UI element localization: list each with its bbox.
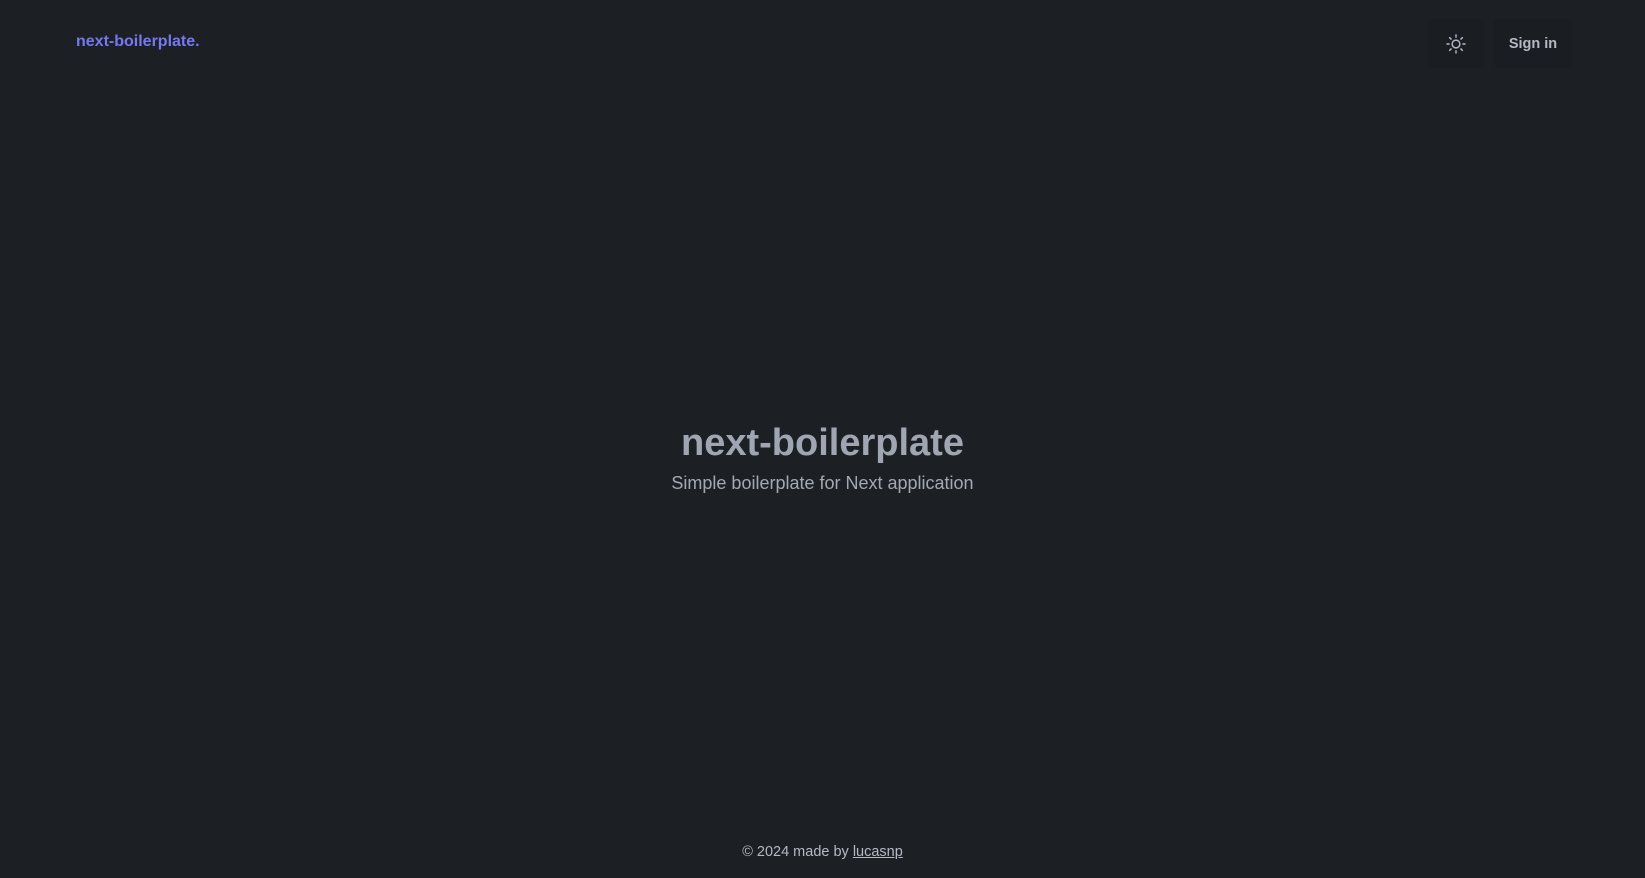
theme-toggle-button[interactable] [1427, 19, 1485, 68]
copyright-text: © 2024 made by [742, 844, 853, 860]
site-header: next-boilerplate. Sign in [0, 0, 1645, 88]
logo-link[interactable]: next-boilerplate. [76, 33, 200, 51]
hero-title: next-boilerplate [681, 422, 964, 464]
sun-icon [1445, 33, 1467, 55]
sign-in-button[interactable]: Sign in [1493, 19, 1573, 68]
hero-subtitle: Simple boilerplate for Next application [671, 473, 974, 493]
author-link[interactable]: lucasnp [853, 844, 903, 860]
hero-section: next-boilerplate Simple boilerplate for … [0, 418, 1645, 495]
site-footer: © 2024 made by lucasnp [0, 842, 1645, 862]
